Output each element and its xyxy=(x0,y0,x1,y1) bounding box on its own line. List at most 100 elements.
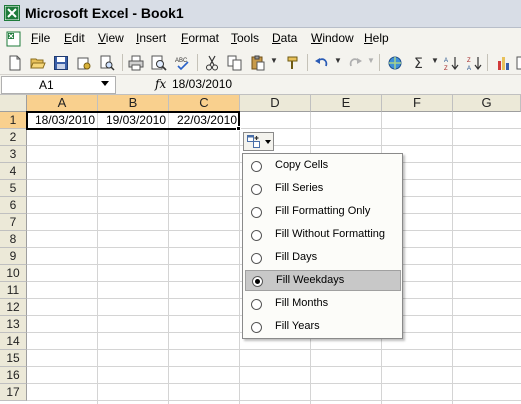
menu-help[interactable]: Help xyxy=(364,31,389,45)
column-header-f[interactable]: F xyxy=(382,95,453,112)
title-bar: Microsoft Excel - Book1 xyxy=(0,0,521,28)
radio-button[interactable] xyxy=(251,184,262,195)
row-header-1[interactable]: 1 xyxy=(0,112,27,129)
selection-range xyxy=(26,111,240,130)
option-label: Fill Formatting Only xyxy=(275,205,371,217)
undo-icon[interactable] xyxy=(313,54,330,71)
copy-icon[interactable] xyxy=(226,54,243,71)
option-label: Copy Cells xyxy=(275,159,329,171)
chart-wizard-icon[interactable] xyxy=(495,54,512,71)
column-header-d[interactable]: D xyxy=(240,95,311,112)
column-header-b[interactable]: B xyxy=(98,95,169,112)
row-header-16[interactable]: 16 xyxy=(0,367,27,384)
menu-view[interactable]: View xyxy=(98,31,124,45)
option-fill-days[interactable]: Fill Days xyxy=(245,248,401,269)
gridline xyxy=(27,366,521,367)
row-header-15[interactable]: 15 xyxy=(0,350,27,367)
svg-text:A: A xyxy=(444,58,448,64)
radio-button[interactable] xyxy=(251,230,262,241)
spelling-icon[interactable]: ABC xyxy=(173,54,190,71)
svg-text:Σ: Σ xyxy=(414,56,423,71)
row-header-11[interactable]: 11 xyxy=(0,282,27,299)
workbook-control-icon[interactable] xyxy=(6,31,22,47)
menu-insert[interactable]: Insert xyxy=(136,31,166,45)
standard-toolbar: ABC ▼ ▼ ▼ Σ ▼ AZ ZA xyxy=(0,50,521,75)
name-box-dropdown-icon[interactable] xyxy=(101,81,109,86)
menu-tools[interactable]: Tools xyxy=(231,31,259,45)
auto-fill-options-button[interactable] xyxy=(243,132,274,151)
save-icon[interactable] xyxy=(52,54,69,71)
format-painter-icon[interactable] xyxy=(284,54,301,71)
undo-dropdown-icon[interactable]: ▼ xyxy=(334,56,342,65)
row-header-3[interactable]: 3 xyxy=(0,146,27,163)
excel-logo-icon xyxy=(4,5,20,21)
column-header-e[interactable]: E xyxy=(311,95,382,112)
svg-text:Z: Z xyxy=(444,66,448,71)
row-header-17[interactable]: 17 xyxy=(0,384,27,401)
column-header-a[interactable]: A xyxy=(27,95,98,112)
option-fill-months[interactable]: Fill Months xyxy=(245,294,401,315)
option-fill-formatting-only[interactable]: Fill Formatting Only xyxy=(245,202,401,223)
gridline xyxy=(27,145,521,146)
cut-icon[interactable] xyxy=(203,54,220,71)
option-fill-without-formatting[interactable]: Fill Without Formatting xyxy=(245,225,401,246)
menu-edit[interactable]: Edit xyxy=(64,31,85,45)
row-header-8[interactable]: 8 xyxy=(0,231,27,248)
permission-icon[interactable] xyxy=(75,54,92,71)
option-fill-years[interactable]: Fill Years xyxy=(245,317,401,338)
row-header-5[interactable]: 5 xyxy=(0,180,27,197)
radio-button[interactable] xyxy=(251,322,262,333)
auto-fill-options-menu: Copy Cells Fill Series Fill Formatting O… xyxy=(242,153,403,339)
menu-format[interactable]: Format xyxy=(181,31,219,45)
column-header-c[interactable]: C xyxy=(169,95,240,112)
chevron-down-icon xyxy=(265,140,271,144)
name-box[interactable]: A1 xyxy=(1,76,116,94)
toolbar-overflow-icon[interactable] xyxy=(514,54,521,71)
option-fill-weekdays[interactable]: Fill Weekdays xyxy=(245,270,401,291)
row-header-9[interactable]: 9 xyxy=(0,248,27,265)
row-header-6[interactable]: 6 xyxy=(0,197,27,214)
radio-button-selected[interactable] xyxy=(252,276,263,287)
row-header-10[interactable]: 10 xyxy=(0,265,27,282)
row-header-12[interactable]: 12 xyxy=(0,299,27,316)
row-header-13[interactable]: 13 xyxy=(0,316,27,333)
new-icon[interactable] xyxy=(6,54,23,71)
row-header-2[interactable]: 2 xyxy=(0,129,27,146)
gridline xyxy=(168,112,169,404)
paste-icon[interactable] xyxy=(249,54,266,71)
radio-button[interactable] xyxy=(251,253,262,264)
hyperlink-icon[interactable] xyxy=(386,54,403,71)
print-preview-magnifier-icon[interactable] xyxy=(150,54,167,71)
fill-handle[interactable] xyxy=(236,126,241,131)
print-icon[interactable] xyxy=(127,54,144,71)
formula-bar: A1 fx 18/03/2010 xyxy=(0,75,521,95)
radio-button[interactable] xyxy=(251,299,262,310)
column-header-g[interactable]: G xyxy=(453,95,521,112)
option-fill-series[interactable]: Fill Series xyxy=(245,179,401,200)
menu-file[interactable]: File xyxy=(31,31,50,45)
svg-text:Z: Z xyxy=(467,58,471,64)
gridline xyxy=(452,112,453,404)
radio-button[interactable] xyxy=(251,207,262,218)
option-copy-cells[interactable]: Copy Cells xyxy=(245,156,401,177)
autosum-dropdown-icon[interactable]: ▼ xyxy=(431,56,439,65)
row-header-14[interactable]: 14 xyxy=(0,333,27,350)
select-all-corner[interactable] xyxy=(0,95,27,112)
gridline xyxy=(27,349,521,350)
print-preview-icon[interactable] xyxy=(98,54,115,71)
sort-ascending-icon[interactable]: AZ xyxy=(442,54,459,71)
row-header-7[interactable]: 7 xyxy=(0,214,27,231)
paste-dropdown-icon[interactable]: ▼ xyxy=(270,56,278,65)
menu-data[interactable]: Data xyxy=(272,31,297,45)
menu-window[interactable]: Window xyxy=(311,31,354,45)
autosum-icon[interactable]: Σ xyxy=(411,54,428,71)
formula-input[interactable]: 18/03/2010 xyxy=(172,77,232,91)
radio-button[interactable] xyxy=(251,161,262,172)
open-icon[interactable] xyxy=(29,54,46,71)
insert-function-icon[interactable]: fx xyxy=(155,77,166,91)
gridline xyxy=(27,383,521,384)
svg-text:A: A xyxy=(467,66,471,71)
row-header-4[interactable]: 4 xyxy=(0,163,27,180)
sort-descending-icon[interactable]: ZA xyxy=(465,54,482,71)
menu-bar: File Edit View Insert Format Tools Data … xyxy=(0,28,521,50)
